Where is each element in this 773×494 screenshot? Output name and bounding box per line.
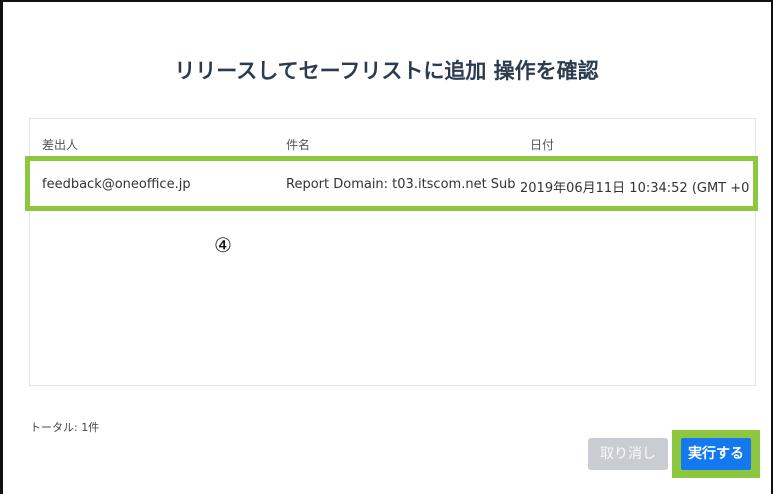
message-table: 差出人 件名 日付 feedback@oneoffice.jp Report D… [29, 118, 756, 386]
cell-sender: feedback@oneoffice.jp [42, 177, 191, 192]
cancel-button[interactable]: 取り消し [588, 438, 668, 470]
cell-date: 2019年06月11日 10:34:52 (GMT +0 [520, 181, 750, 196]
column-header-sender[interactable]: 差出人 [42, 136, 78, 153]
dialog-title: リリースしてセーフリストに追加 操作を確認 [174, 59, 599, 83]
execute-button[interactable]: 実行する [681, 438, 751, 470]
callout-number: ④ [214, 233, 232, 257]
column-header-subject[interactable]: 件名 [286, 136, 310, 153]
table-header: 差出人 件名 日付 [30, 119, 755, 157]
cell-subject: Report Domain: t03.itscom.net Subr [286, 177, 516, 192]
table-row[interactable]: feedback@oneoffice.jp Report Domain: t03… [30, 157, 755, 213]
total-count: トータル: 1件 [30, 421, 100, 434]
column-header-date[interactable]: 日付 [530, 136, 554, 153]
